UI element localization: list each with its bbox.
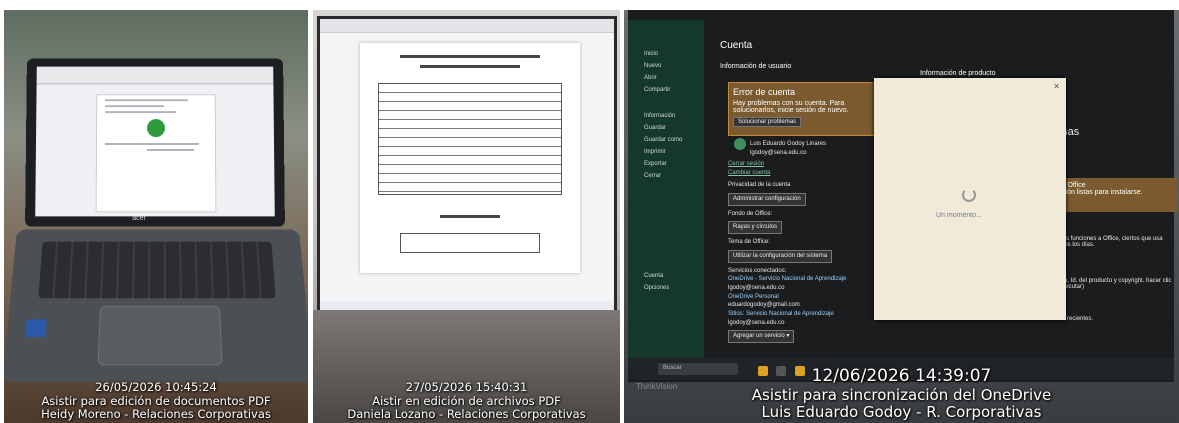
sidebar-item-nuevo[interactable]: Nuevo bbox=[628, 60, 704, 72]
laptop-brand: acer bbox=[132, 215, 146, 222]
photo-panel-office-account: Inicio Nuevo Abrir Compartir Información… bbox=[624, 10, 1179, 423]
user-email: lgodoy@sena.edu.co bbox=[750, 149, 807, 156]
sidebar-item-opciones[interactable]: Opciones bbox=[628, 282, 704, 294]
product-info-heading: Información de producto bbox=[920, 70, 996, 77]
document-table bbox=[378, 83, 562, 195]
services-heading: Servicios conectados: bbox=[728, 267, 787, 274]
timestamp: 27/05/2026 15:40:31 bbox=[405, 380, 528, 395]
window-titlebar bbox=[320, 19, 614, 33]
theme-select[interactable]: Utilizar la configuración del sistema bbox=[728, 249, 833, 263]
switch-account-link[interactable]: Cambiar cuenta bbox=[728, 169, 848, 178]
right-fragment: sión listas para instalarse. bbox=[1062, 189, 1143, 196]
timestamp: 12/06/2026 14:39:07 bbox=[811, 365, 992, 386]
sidebar-item-guardar[interactable]: Guardar bbox=[628, 122, 704, 134]
caption-person: Daniela Lozano - Relaciones Corporativas bbox=[347, 406, 586, 421]
loading-text: Un momento... bbox=[936, 212, 982, 219]
user-name: Luis Eduardo Godoy Linares bbox=[750, 141, 827, 147]
sidebar-item-compartir[interactable]: Compartir bbox=[628, 84, 704, 96]
caption-activity: Asistir para edición de documentos PDF bbox=[41, 393, 271, 408]
office-sidebar: Inicio Nuevo Abrir Compartir Información… bbox=[628, 20, 704, 360]
photo-caption: 27/05/2026 15:40:31 Aistir en edición de… bbox=[313, 381, 620, 421]
background-select[interactable]: Rayas y círculos bbox=[728, 221, 783, 235]
account-settings: Cerrar sesión Cambiar cuenta Privacidad … bbox=[728, 160, 848, 343]
page-title: Cuenta bbox=[720, 40, 753, 51]
add-service-button[interactable]: Agregar un servicio ▾ bbox=[728, 330, 795, 343]
right-fragment: esas bbox=[1056, 126, 1080, 138]
sidebar-item-exportar[interactable]: Exportar bbox=[628, 158, 704, 170]
document-page bbox=[360, 43, 580, 273]
logo-icon bbox=[147, 119, 165, 138]
trackpad bbox=[97, 305, 223, 366]
sidebar-item-imprimir[interactable]: Imprimir bbox=[628, 146, 704, 158]
caption-person: Luis Eduardo Godoy - R. Corporativas bbox=[761, 402, 1042, 421]
loading-dialog: ✕ Un momento... bbox=[874, 78, 1066, 320]
document-table-small bbox=[400, 233, 540, 253]
photo-panel-document: 27/05/2026 15:40:31 Aistir en edición de… bbox=[313, 10, 620, 423]
sidebar-item-inicio[interactable]: Inicio bbox=[628, 48, 704, 60]
document-page bbox=[95, 94, 217, 213]
right-fragment: y Office bbox=[1062, 182, 1086, 189]
sidebar-item-cuenta[interactable]: Cuenta bbox=[628, 270, 704, 282]
sidebar-item-abrir[interactable]: Abrir bbox=[628, 72, 704, 84]
background-heading: Fondo de Office: bbox=[728, 210, 773, 217]
account-content: Cuenta Información de usuario bbox=[720, 40, 791, 73]
account-details: Luis Eduardo Godoy Linares lgodoy@sena.e… bbox=[750, 140, 870, 157]
photo-caption: 12/06/2026 14:39:07 Asistir para sincron… bbox=[624, 365, 1179, 421]
service-onedrive-sena: OneDrive - Servicio Nacional de Aprendiz… bbox=[728, 276, 847, 283]
laptop-base bbox=[4, 229, 308, 383]
service-email: lgodoy@sena.edu.co bbox=[728, 319, 785, 326]
close-icon[interactable]: ✕ bbox=[1053, 82, 1060, 91]
sidebar-item-informacion[interactable]: Información bbox=[628, 110, 704, 122]
service-email: eduardogodoy@gmail.com bbox=[728, 302, 800, 309]
laptop-screen bbox=[35, 66, 275, 217]
monitor: Inicio Nuevo Abrir Compartir Información… bbox=[628, 10, 1178, 391]
service-onedrive-personal: OneDrive Personal bbox=[728, 293, 779, 300]
sidebar-item-guardar-como[interactable]: Guardar como bbox=[628, 134, 704, 146]
right-fragment: cuta, Id. del producto y copyright. hace… bbox=[1056, 278, 1172, 290]
error-text: Hay problemas con su cuenta. Para soluci… bbox=[733, 100, 849, 114]
caption-activity: Aistir en edición de archivos PDF bbox=[372, 393, 561, 408]
account-error-box: Error de cuenta Hay problemas con su cue… bbox=[728, 82, 888, 136]
user-info-heading: Información de usuario bbox=[720, 63, 792, 70]
fix-problems-button[interactable]: Solucionar problemas bbox=[733, 117, 802, 127]
avatar bbox=[734, 138, 746, 150]
keyboard bbox=[38, 241, 276, 299]
laptop-screen-frame bbox=[25, 58, 285, 227]
caption-person: Heidy Moreno - Relaciones Corporativas bbox=[41, 406, 271, 421]
theme-heading: Tema de Office: bbox=[728, 239, 770, 246]
sign-out-link[interactable]: Cerrar sesión bbox=[728, 160, 848, 169]
sticker-icon bbox=[25, 319, 47, 338]
error-title: Error de cuenta bbox=[733, 87, 796, 97]
monitor bbox=[317, 16, 617, 316]
photo-panel-laptop: acer 26/05/2026 10:45:24 Asistir para ed… bbox=[4, 10, 308, 423]
timestamp: 26/05/2026 10:45:24 bbox=[95, 380, 217, 395]
privacy-heading: Privacidad de la cuenta bbox=[728, 182, 791, 189]
caption-activity: Asistir para sincronización del OneDrive bbox=[751, 385, 1052, 404]
right-fragment: unas funciones a Office, ciertos que usa… bbox=[1056, 236, 1163, 248]
service-sites-sena: Sitios: Servicio Nacional de Aprendizaje bbox=[728, 310, 834, 317]
sidebar-item-cerrar[interactable]: Cerrar bbox=[628, 170, 704, 182]
spinner-icon bbox=[962, 188, 976, 202]
manage-settings-button[interactable]: Administrar configuración bbox=[728, 193, 806, 206]
office-install-box: y Office sión listas para instalarse. bbox=[1058, 178, 1178, 212]
photo-caption: 26/05/2026 10:45:24 Asistir para edición… bbox=[4, 381, 308, 421]
word-ribbon bbox=[36, 66, 274, 85]
service-email: lgodoy@sena.edu.co bbox=[728, 284, 785, 291]
